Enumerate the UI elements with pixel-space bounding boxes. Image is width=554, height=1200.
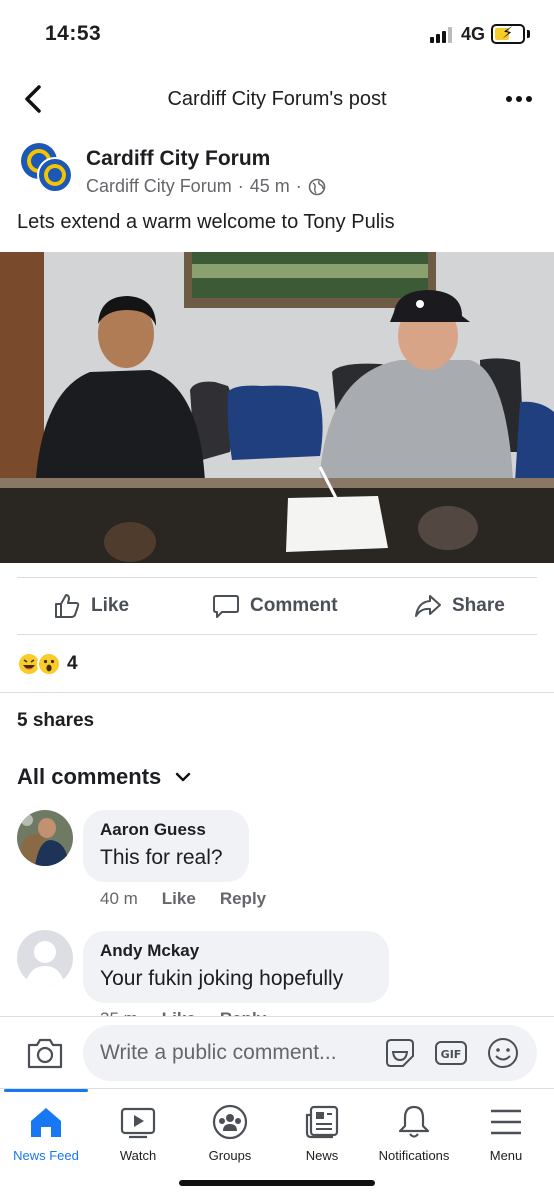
post-photo[interactable] [0, 252, 554, 563]
like-button[interactable]: Like [53, 592, 129, 620]
share-icon [415, 595, 441, 617]
page-avatar[interactable] [17, 139, 73, 195]
commenter-name[interactable]: Aaron Guess [100, 820, 232, 840]
gif-icon: GIF [435, 1041, 467, 1065]
camera-button[interactable] [26, 1036, 64, 1070]
wow-icon [37, 652, 61, 676]
commenter-avatar[interactable] [17, 930, 73, 986]
comment-like-button[interactable]: Like [162, 889, 196, 909]
sticker-icon [386, 1039, 414, 1067]
tab-groups[interactable]: Groups [184, 1089, 276, 1179]
comment-composer: Write a public comment... GIF [0, 1016, 554, 1088]
comments-filter-dropdown[interactable]: All comments [17, 764, 191, 790]
post-header-bar: Cardiff City Forum's post [0, 70, 554, 126]
thumbs-up-icon [55, 594, 80, 618]
comment-time: 40 m [100, 889, 138, 908]
post-text: Lets extend a warm welcome to Tony Pulis [17, 211, 395, 233]
tab-label: Watch [119, 1148, 157, 1163]
signal-icon [430, 27, 452, 43]
home-icon [31, 1108, 61, 1137]
svg-text:GIF: GIF [441, 1048, 462, 1061]
meta-separator: · [295, 176, 302, 196]
club-logo-icon [17, 139, 73, 195]
tab-label: Notifications [378, 1148, 450, 1163]
post-meta: Cardiff City Forum · 45 m · [86, 176, 326, 197]
emoji-button[interactable] [486, 1036, 520, 1070]
battery-icon: ⚡ [491, 24, 525, 44]
divider [17, 634, 537, 635]
active-tab-indicator [4, 1089, 88, 1092]
status-time: 14:53 [45, 22, 102, 45]
more-icon [506, 96, 532, 102]
watch-icon [120, 1107, 156, 1139]
camera-icon [27, 1038, 63, 1069]
reaction-summary[interactable]: 4 [17, 652, 78, 676]
more-options-button[interactable] [504, 84, 534, 114]
comments-filter-label: All comments [17, 764, 162, 789]
gif-button[interactable]: GIF [434, 1036, 468, 1070]
action-bar: Like Comment Share [0, 578, 554, 634]
tab-news[interactable]: News [276, 1089, 368, 1179]
comment-bubble[interactable]: Andy Mckay Your fukin joking hopefully [83, 931, 389, 1003]
bell-icon [398, 1105, 430, 1138]
battery-cap [527, 30, 530, 38]
photo-illustration [0, 252, 554, 563]
tab-label: Menu [489, 1148, 523, 1163]
divider [0, 692, 554, 693]
share-label: Share [452, 595, 505, 616]
tab-watch[interactable]: Watch [92, 1089, 184, 1179]
tab-menu[interactable]: Menu [460, 1089, 552, 1179]
comment-text: This for real? [100, 846, 223, 869]
comment-bubble[interactable]: Aaron Guess This for real? [83, 810, 249, 882]
status-bar: 14:53 4G ⚡ [0, 0, 554, 64]
comment-text: Your fukin joking hopefully [100, 967, 344, 990]
globe-icon [308, 178, 326, 195]
shares-count[interactable]: 5 shares [17, 710, 94, 732]
tab-news-feed[interactable]: News Feed [0, 1089, 92, 1179]
tab-label: Groups [208, 1148, 252, 1163]
page-title: Cardiff City Forum's post [167, 88, 387, 110]
share-button[interactable]: Share [414, 592, 505, 620]
network-label: 4G [461, 24, 486, 44]
news-icon [305, 1105, 339, 1139]
post-time[interactable]: 45 m [250, 176, 290, 197]
like-label: Like [91, 595, 130, 616]
comment-meta: 40 m Like Reply [100, 889, 266, 909]
meta-separator: · [237, 176, 244, 196]
meta-page-name[interactable]: Cardiff City Forum [86, 176, 232, 197]
tab-notifications[interactable]: Notifications [368, 1089, 460, 1179]
comment-input-placeholder: Write a public comment... [100, 1041, 337, 1064]
reaction-count: 4 [67, 653, 78, 674]
groups-icon [212, 1104, 248, 1140]
sticker-button[interactable] [383, 1036, 417, 1070]
default-avatar-icon [17, 930, 73, 986]
tab-label: News Feed [13, 1148, 79, 1163]
comment-button[interactable]: Comment [212, 592, 338, 620]
emoji-icon [488, 1038, 518, 1068]
comment-label: Comment [250, 595, 338, 616]
page-name[interactable]: Cardiff City Forum [86, 147, 270, 171]
comment-reply-button[interactable]: Reply [220, 889, 266, 909]
commenter-avatar[interactable] [17, 810, 73, 866]
chevron-down-icon [176, 772, 191, 782]
commenter-name[interactable]: Andy Mckay [100, 941, 372, 961]
tab-label: News [305, 1148, 339, 1163]
comment-icon [213, 595, 239, 618]
home-indicator[interactable] [179, 1180, 375, 1186]
menu-icon [491, 1109, 521, 1135]
